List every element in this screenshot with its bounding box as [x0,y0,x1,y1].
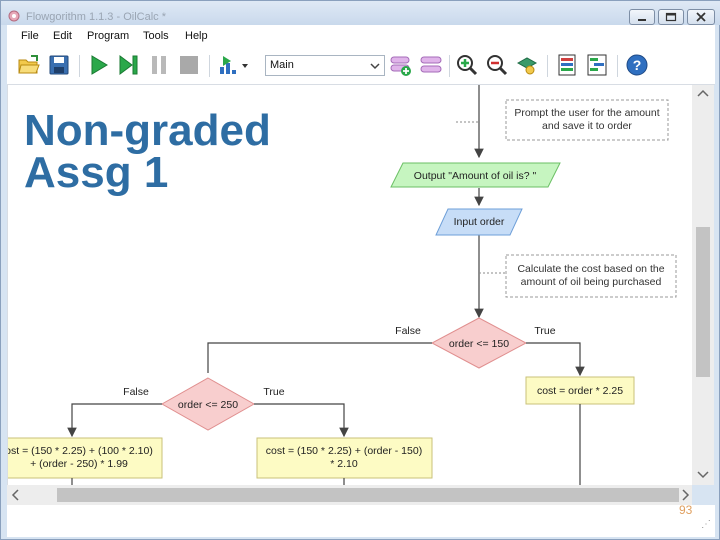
toolbar-separator [79,55,80,77]
slide-title-overlay: Non-graded Assg 1 [24,106,271,197]
false-label: False [123,386,149,398]
connector [526,342,585,377]
slide-title-line: Non-graded [24,106,271,155]
assign-text: + (order - 250) * 1.99 [30,458,128,470]
toolbar-separator [449,55,450,77]
comment-text: Calculate the cost based on the [517,263,664,275]
menu-program[interactable]: Program [87,30,129,42]
toolbar: Main ? [7,47,715,85]
pause-icon[interactable] [147,53,171,77]
chevron-down-icon [370,63,380,70]
console-icon[interactable] [585,53,609,77]
menu-tools[interactable]: Tools [143,30,169,42]
status-bar: ⋰ [7,505,715,537]
connector [254,403,349,438]
menu-bar: File Edit Program Tools Help [7,25,715,47]
toolbar-separator [209,55,210,77]
assign-text: cost = order * 2.25 [537,385,623,397]
open-folder-icon[interactable] [17,53,41,77]
window-title: Flowgorithm 1.1.3 - OilCalc * [26,11,166,23]
comment-text: and save it to order [542,120,632,132]
minimize-icon [638,19,646,21]
toolbar-separator [547,55,548,77]
scroll-right-icon[interactable] [682,489,690,501]
maximize-button[interactable] [658,9,684,25]
app-window: Flowgorithm 1.1.3 - OilCalc * File Edit … [0,0,720,540]
save-icon[interactable] [47,53,71,77]
zoom-in-icon[interactable] [455,53,479,77]
menu-file[interactable]: File [21,30,39,42]
decision-text: order <= 150 [449,338,509,350]
variable-watch-icon[interactable] [555,53,579,77]
title-bar[interactable]: Flowgorithm 1.1.3 - OilCalc * [1,1,720,25]
horizontal-scroll-thumb[interactable] [57,488,679,502]
svg-text:?: ? [633,57,642,73]
output-text: Output "Amount of oil is? " [414,170,537,182]
menu-help[interactable]: Help [185,30,208,42]
help-icon[interactable]: ? [625,53,649,77]
connector [207,342,432,373]
assign-text: cost = (150 * 2.25) + (order - 150) [266,445,422,457]
run-icon[interactable] [87,53,111,77]
stop-icon[interactable] [177,53,201,77]
toolbar-separator [617,55,618,77]
menu-edit[interactable]: Edit [53,30,72,42]
function-select[interactable]: Main [265,55,385,76]
vertical-scrollbar[interactable] [692,85,714,485]
resize-grip-icon[interactable]: ⋰ [701,519,711,530]
add-function-icon[interactable] [389,53,413,77]
assign-text: ost = (150 * 2.25) + (100 * 2.10) [8,445,153,457]
connector [67,403,162,438]
assign-text: * 2.10 [330,458,358,470]
function-select-value: Main [270,59,294,71]
zoom-out-icon[interactable] [485,53,509,77]
minimize-button[interactable] [629,9,655,25]
false-label: False [395,325,421,337]
chart-style-icon[interactable] [515,53,539,77]
input-text: Input order [454,216,505,228]
close-button[interactable] [687,9,715,25]
scroll-down-icon[interactable] [697,471,709,479]
comment-text: Prompt the user for the amount [514,107,659,119]
horizontal-scrollbar[interactable] [7,485,692,505]
flowgorithm-app-icon [8,10,20,22]
decision-text: order <= 250 [178,399,238,411]
scroll-up-icon[interactable] [697,89,709,97]
comment-text: amount of oil being purchased [521,276,662,288]
step-icon[interactable] [117,53,141,77]
slide-title-line: Assg 1 [24,148,169,197]
close-icon [696,12,706,22]
speed-dropdown-icon[interactable] [217,53,251,77]
scroll-left-icon[interactable] [11,489,19,501]
edit-function-icon[interactable] [419,53,443,77]
true-label: True [263,386,284,398]
vertical-scroll-thumb[interactable] [696,227,710,377]
slide-number: 93 [679,503,693,517]
true-label: True [534,325,555,337]
maximize-icon [665,12,677,22]
